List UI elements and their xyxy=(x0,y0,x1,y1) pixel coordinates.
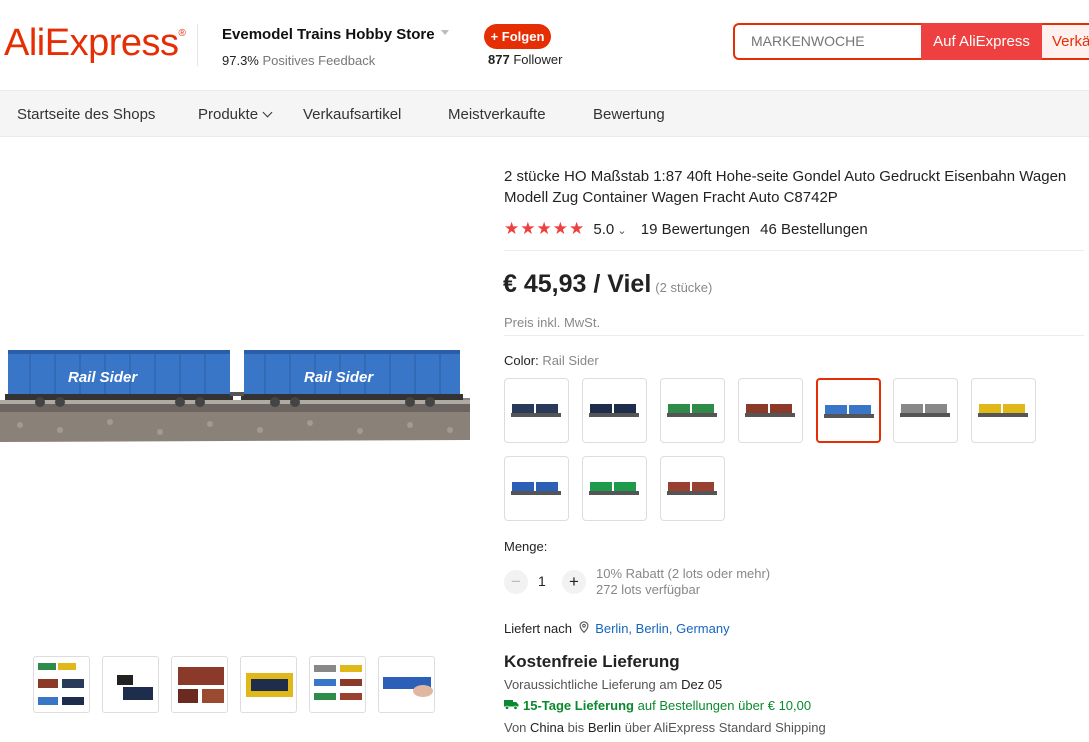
color-swatch-green-container-2[interactable] xyxy=(582,456,647,521)
rating-row: ★★★★★ 5.0 ⌄ 19 Bewertungen 46 Bestellung… xyxy=(504,219,868,239)
free-shipping-title: Kostenfreie Lieferung xyxy=(504,652,680,671)
ship-to: Liefert nach Berlin, Berlin, Germany xyxy=(504,621,730,636)
header-divider xyxy=(197,24,198,66)
color-swatch-rust-container[interactable] xyxy=(660,456,725,521)
quantity-value[interactable]: 1 xyxy=(538,573,546,589)
chevron-down-icon: ⌄ xyxy=(614,225,627,237)
store-nav: Startseite des Shops Produkte Verkaufsar… xyxy=(0,90,1089,137)
thumbnail-4[interactable] xyxy=(240,656,297,713)
star-icon: ★ xyxy=(536,219,552,238)
quantity-decrease-button[interactable]: − xyxy=(504,570,528,594)
vat-note: Preis inkl. MwSt. xyxy=(504,315,601,330)
star-icon: ★ xyxy=(520,219,536,238)
star-icon: ★ xyxy=(504,219,520,238)
color-swatch-blue-container[interactable] xyxy=(504,456,569,521)
thumbnail-3[interactable] xyxy=(171,656,228,713)
divider xyxy=(504,250,1084,251)
color-swatch-blue-rail-sider[interactable] xyxy=(816,378,881,443)
estimated-delivery: Voraussichtliche Lieferung am Dez 05 xyxy=(504,677,723,692)
discount-note: 10% Rabatt (2 lots oder mehr) xyxy=(596,566,771,581)
color-label: Color: Rail Sider xyxy=(504,353,599,368)
store-dropdown-caret-icon[interactable] xyxy=(441,30,449,35)
quantity-info: 10% Rabatt (2 lots oder mehr) 272 lots v… xyxy=(596,566,770,598)
image-brand-text-1: Rail Sider xyxy=(68,369,138,386)
store-name[interactable]: Evemodel Trains Hobby Store xyxy=(222,26,435,43)
search-input[interactable] xyxy=(751,33,911,49)
color-swatch-grey-container[interactable] xyxy=(893,378,958,443)
product-title: 2 stücke HO Maßstab 1:87 40ft Hohe-seite… xyxy=(504,168,1067,206)
ship-to-location-link[interactable]: Berlin, Berlin, Germany xyxy=(595,621,729,636)
search-store-button[interactable]: Verkäufer xyxy=(1042,23,1089,60)
quantity-increase-button[interactable]: + xyxy=(562,570,586,594)
search-aliexpress-button[interactable]: Auf AliExpress xyxy=(921,23,1042,60)
nav-products[interactable]: Produkte xyxy=(198,106,273,123)
price-unit: (2 stücke) xyxy=(655,280,713,295)
thumbnail-5[interactable] xyxy=(309,656,366,713)
color-swatch-navy-wagon-parts[interactable] xyxy=(582,378,647,443)
main-product-image[interactable]: Rail Sider Rail Sider xyxy=(0,330,470,445)
site-header: AliExpress® Evemodel Trains Hobby Store … xyxy=(0,0,1089,90)
thumbnail-2[interactable] xyxy=(102,656,159,713)
search-box xyxy=(733,23,923,60)
truck-icon xyxy=(504,698,519,713)
color-swatch-yellow-container[interactable] xyxy=(971,378,1036,443)
thumbnail-6[interactable] xyxy=(378,656,435,713)
nav-store-home[interactable]: Startseite des Shops xyxy=(17,106,155,123)
color-swatch-green-container[interactable] xyxy=(660,378,725,443)
thumbnail-1[interactable] xyxy=(33,656,90,713)
feedback-label: Positives Feedback xyxy=(262,53,376,68)
selected-color: Rail Sider xyxy=(542,353,599,368)
store-feedback: 97.3% Positives Feedback xyxy=(222,53,375,68)
feedback-percent: 97.3% xyxy=(222,53,259,68)
chevron-down-icon xyxy=(262,107,273,118)
review-count[interactable]: 19 Bewertungen xyxy=(641,221,750,238)
image-brand-text-2: Rail Sider xyxy=(304,369,374,386)
shipping-route: Von China bis Berlin über AliExpress Sta… xyxy=(504,720,826,735)
price: € 45,93 / Viel (2 stücke) xyxy=(503,270,713,298)
color-swatch-brown-container[interactable] xyxy=(738,378,803,443)
nav-reviews[interactable]: Bewertung xyxy=(593,106,665,123)
divider xyxy=(504,335,1084,336)
color-swatch-dark-navy-wagon[interactable] xyxy=(504,378,569,443)
fast-delivery: 15-Tage Lieferung auf Bestellungen über … xyxy=(504,698,811,713)
aliexpress-logo[interactable]: AliExpress® xyxy=(4,22,186,65)
follow-button[interactable]: + Folgen xyxy=(484,24,551,49)
nav-bestsellers[interactable]: Meistverkaufte xyxy=(448,106,546,123)
rating-value[interactable]: 5.0 ⌄ xyxy=(593,221,626,238)
star-icon: ★ xyxy=(569,219,585,238)
quantity-label: Menge: xyxy=(504,539,548,554)
follower-count: 877 Follower xyxy=(488,52,563,67)
location-pin-icon xyxy=(579,621,589,636)
order-count: 46 Bestellungen xyxy=(760,221,868,238)
stock-note: 272 lots verfügbar xyxy=(596,582,701,597)
star-icon: ★ xyxy=(552,219,568,238)
nav-sale-items[interactable]: Verkaufsartikel xyxy=(303,106,401,123)
